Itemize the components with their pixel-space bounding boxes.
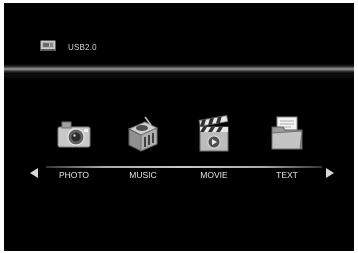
divider-shadow [4, 74, 354, 80]
media-player-screen: USB2.0 PHOTO MUSIC MOVIE TEXT [4, 3, 354, 251]
usb-drive-icon [40, 40, 56, 51]
menu-label-text: TEXT [276, 170, 298, 180]
header-divider [4, 64, 354, 74]
header: USB2.0 [4, 3, 354, 66]
menu-label-movie: MOVIE [200, 170, 228, 180]
arrow-right-icon[interactable] [324, 166, 336, 180]
menu-item-music[interactable]: MUSIC [113, 113, 173, 183]
music-player-icon [127, 116, 159, 152]
arrow-left-icon[interactable] [28, 166, 40, 180]
menu-item-text[interactable]: TEXT [257, 113, 317, 183]
menu-label-photo: PHOTO [58, 170, 90, 180]
menu-item-photo[interactable]: PHOTO [44, 113, 104, 183]
clapperboard-icon [198, 114, 229, 152]
folder-document-icon [271, 116, 303, 150]
menu-label-music: MUSIC [129, 170, 157, 180]
camera-icon [57, 121, 91, 148]
menu-selection-bar [46, 166, 322, 168]
menu-item-movie[interactable]: MOVIE [184, 113, 244, 183]
source-label: USB2.0 [68, 43, 97, 52]
